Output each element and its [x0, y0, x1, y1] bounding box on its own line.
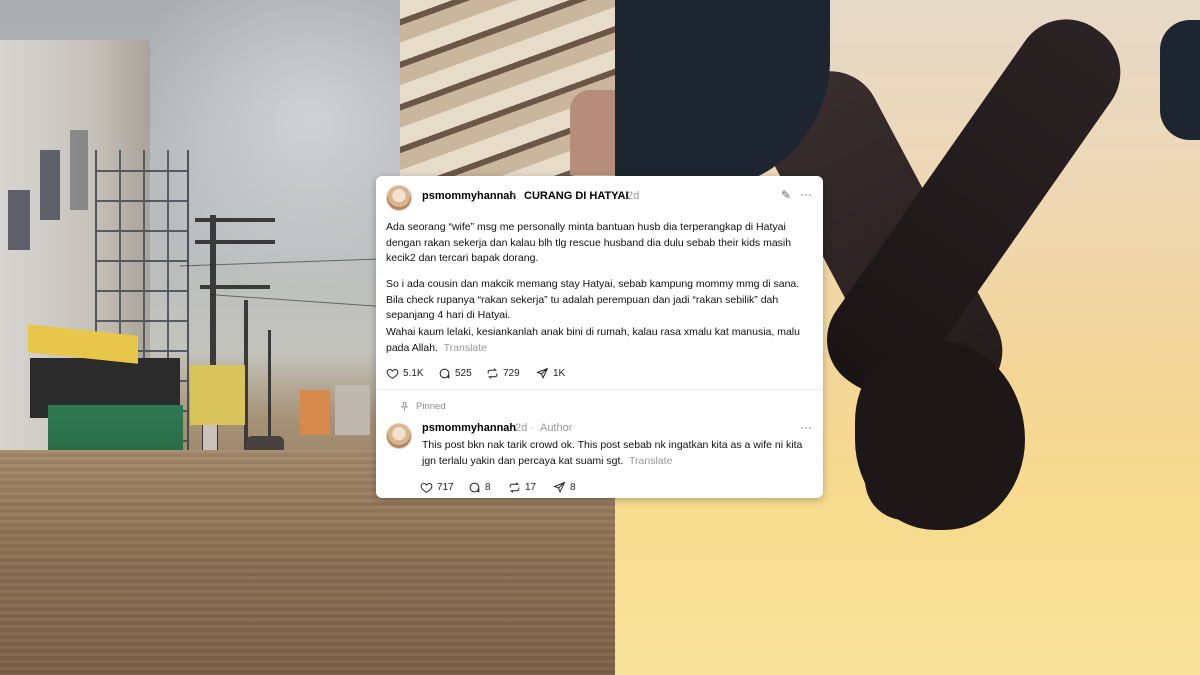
pinned-text: Pinned — [416, 401, 446, 412]
comment-icon — [469, 482, 480, 493]
reply-share-button[interactable]: 8 — [553, 479, 576, 495]
reply-like-count: 717 — [437, 481, 454, 493]
post-paragraph-1: Ada seorang “wife” msg me personally min… — [386, 221, 792, 264]
reply-reply-count: 8 — [485, 481, 491, 493]
repost-button[interactable]: 729 — [486, 365, 520, 381]
reply-like-button[interactable]: 717 — [420, 479, 454, 495]
more-options-icon[interactable]: ··· — [800, 187, 812, 201]
reply-button[interactable]: 525 — [438, 365, 472, 381]
reply-share-count: 8 — [570, 481, 576, 493]
reply-translate-link[interactable]: Translate — [629, 455, 672, 467]
community-name[interactable]: CURANG DI HATYAI — [524, 190, 629, 202]
pinned-label: Pinned — [399, 401, 446, 412]
post-header: psmommyhannah › CURANG DI HATYAI 2d ✎ ··… — [386, 185, 813, 211]
reply-actions: 717 8 17 8 — [420, 479, 800, 495]
reply-reply-button[interactable]: 8 — [468, 479, 491, 495]
avatar[interactable] — [386, 185, 412, 211]
repost-icon — [487, 367, 498, 379]
translate-link[interactable]: Translate — [444, 342, 487, 354]
reply-separator: · — [530, 422, 534, 434]
send-icon — [536, 367, 549, 379]
reply-more-options-icon[interactable]: ··· — [800, 420, 812, 434]
heart-icon — [386, 368, 399, 379]
chevron-right-icon: › — [512, 189, 516, 201]
send-icon — [553, 481, 566, 493]
reply-count: 525 — [455, 367, 472, 379]
yellow-building — [190, 365, 245, 425]
repost-count: 729 — [503, 367, 520, 379]
like-count: 5.1K — [403, 367, 424, 379]
divider — [376, 389, 823, 390]
reply-avatar[interactable] — [386, 423, 412, 449]
post-actions: 5.1K 525 729 1K — [386, 365, 806, 381]
repost-icon — [509, 481, 520, 493]
comment-icon — [439, 368, 450, 379]
share-count: 1K — [553, 367, 566, 379]
grey-building — [335, 385, 370, 435]
heart-icon — [420, 482, 433, 493]
reply-repost-button[interactable]: 17 — [508, 479, 536, 495]
facade-ornament — [570, 90, 615, 175]
post-paragraph-2: So i ada cousin dan makcik memang stay H… — [386, 278, 800, 321]
post-username[interactable]: psmommyhannah — [422, 190, 516, 202]
edit-icon[interactable]: ✎ — [781, 188, 791, 202]
share-button[interactable]: 1K — [536, 365, 565, 381]
post-time: 2d — [627, 190, 640, 202]
threads-post-card: psmommyhannah › CURANG DI HATYAI 2d ✎ ··… — [376, 176, 823, 498]
reply-repost-count: 17 — [525, 481, 537, 493]
author-badge: Author — [540, 422, 573, 434]
reply-time: 2d — [515, 422, 528, 434]
reply-username[interactable]: psmommyhannah — [422, 422, 516, 434]
right-sleeve — [1160, 20, 1200, 140]
orange-building — [300, 390, 330, 435]
utility-pole-3 — [268, 330, 271, 450]
post-paragraph-3: Wahai kaum lelaki, kesiankanlah anak bin… — [386, 325, 806, 356]
pin-icon — [400, 401, 409, 411]
reply-body: This post bkn nak tarik crowd ok. This p… — [422, 439, 803, 467]
like-button[interactable]: 5.1K — [386, 365, 424, 381]
reply-text: This post bkn nak tarik crowd ok. This p… — [422, 438, 814, 469]
